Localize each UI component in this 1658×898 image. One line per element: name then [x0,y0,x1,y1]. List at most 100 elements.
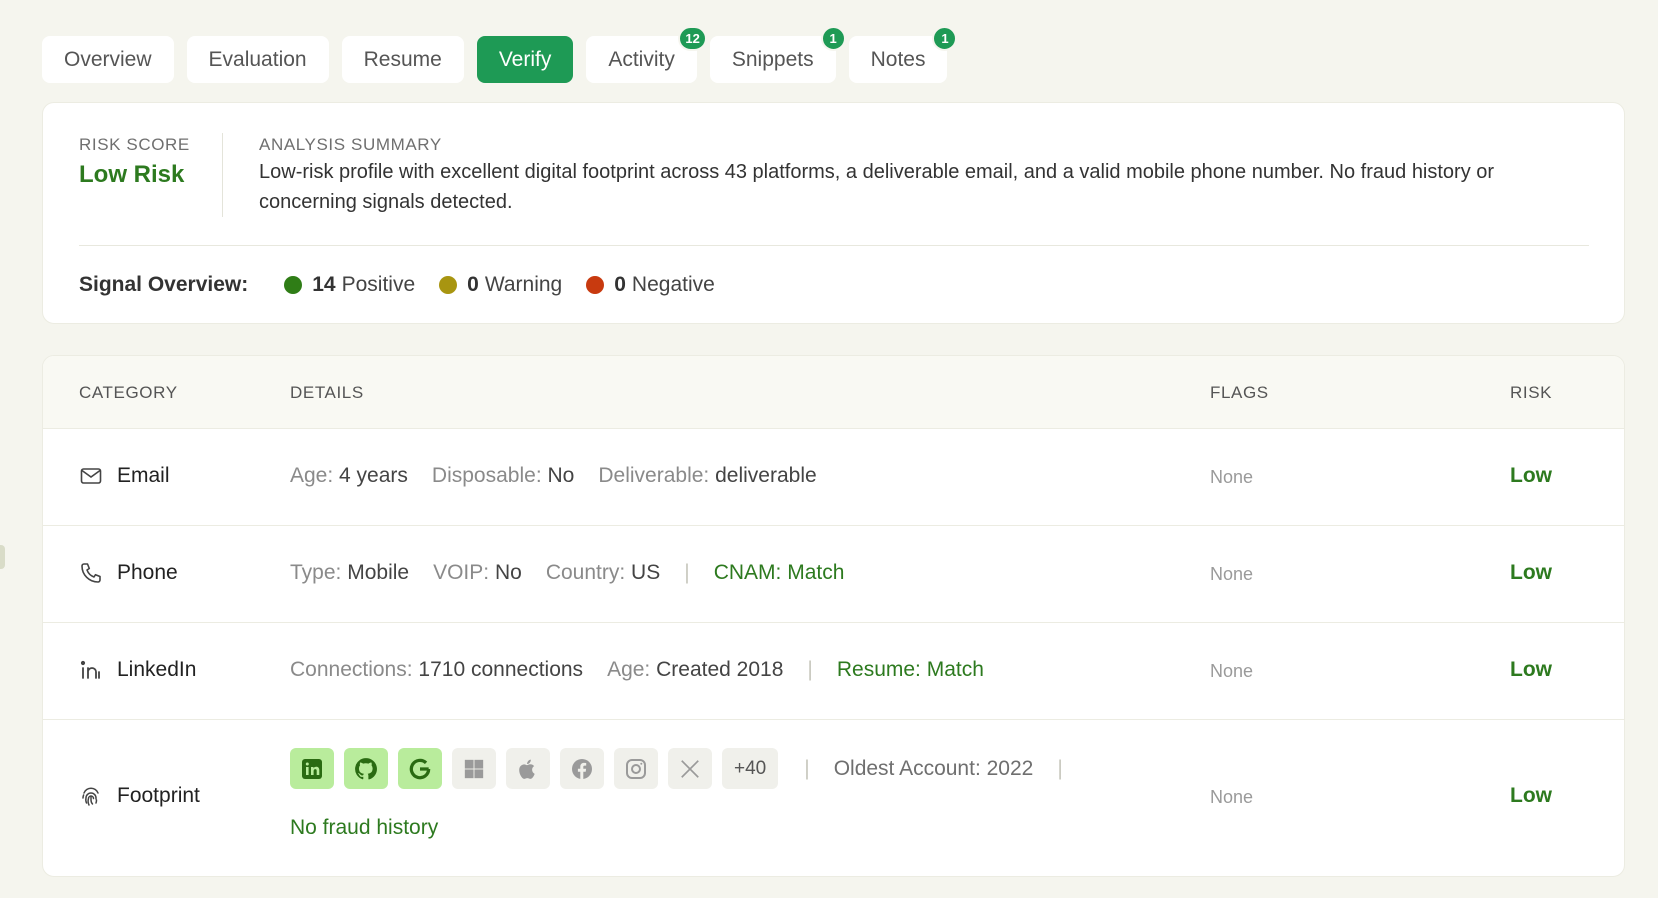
table-row-footprint: Footprint +40 | Oldest Account: 2022 | N… [43,720,1624,875]
count-badge: 12 [678,26,707,51]
linkedin-icon [80,660,100,679]
oldest-account: Oldest Account: 2022 [833,756,1034,780]
fingerprint-icon [82,787,99,806]
linkedin-icon [302,758,322,779]
email-details: Age: 4 years Disposable: No Deliverable:… [290,464,841,488]
platform-linkedin[interactable] [290,748,334,789]
microsoft-icon [464,759,484,778]
positive-label: Positive [341,273,416,296]
tab-label: Activity [608,47,675,71]
category-email: Email [79,464,170,488]
risk-score-label: RISK SCORE [79,135,190,154]
table-row-linkedin: LinkedIn Connections: 1710 connections A… [43,623,1624,720]
value: US [631,561,661,584]
value: Mobile [347,561,410,584]
signal-overview-label: Signal Overview: [79,273,249,296]
header-category: CATEGORY [79,383,178,402]
platform-microsoft[interactable] [452,748,496,789]
table-row-email: Email Age: 4 years Disposable: No Delive… [43,429,1624,526]
signal-overview: Signal Overview: 14 Positive 0 Warning 0… [79,273,739,297]
platform-google[interactable] [398,748,442,789]
signal-positive: 14 Positive [284,273,415,297]
tab-overview[interactable]: Overview [42,36,174,83]
warning-count: 0 [467,273,479,296]
tab-label: Resume [363,47,442,71]
phone-country: Country: US [546,561,660,585]
category-label: Email [117,464,170,487]
positive-count: 14 [312,273,336,296]
analysis-summary-text: Low-risk profile with excellent digital … [259,161,1495,213]
cnam-match: CNAM: Match [713,561,845,584]
analysis-summary: ANALYSIS SUMMARY Low-risk profile with e… [259,135,1549,217]
more-platforms-button[interactable]: +40 [722,748,779,789]
key: Type: [290,561,342,584]
header-risk: RISK [1510,383,1553,402]
tab-label: Evaluation [208,47,307,71]
linkedin-connections: Connections: 1710 connections [290,658,583,682]
apple-icon [519,759,535,779]
separator: | [807,658,813,681]
warning-label: Warning [484,273,563,296]
tab-evaluation[interactable]: Evaluation [186,36,329,83]
risk-score-value: Low Risk [79,161,185,188]
instagram-icon [626,758,646,779]
analysis-summary-label: ANALYSIS SUMMARY [259,135,442,154]
platform-github[interactable] [344,748,388,789]
flags-value: None [1210,787,1254,807]
category-label: Footprint [117,784,200,807]
tab-resume[interactable]: Resume [341,36,464,83]
tab-verify[interactable]: Verify [476,36,574,83]
key: Disposable: [431,464,542,487]
table-header: CATEGORY DETAILS FLAGS RISK [43,356,1624,429]
side-panel-handle[interactable] [0,545,5,569]
key: Age: [290,464,334,487]
value: 1710 connections [418,658,584,681]
separator: | [804,756,810,780]
count-badge: 1 [820,26,846,51]
header-details: DETAILS [290,383,364,402]
separator: | [1057,756,1063,780]
tab-label: Snippets [731,47,814,71]
key: Deliverable: [598,464,710,487]
risk-summary-card: RISK SCORE Low Risk ANALYSIS SUMMARY Low… [42,102,1625,324]
table-row-phone: Phone Type: Mobile VOIP: No Country: US … [43,526,1624,623]
signal-negative: 0 Negative [586,273,715,297]
value: 4 years [339,464,408,487]
category-label: Phone [117,561,178,584]
email-deliverable: Deliverable: deliverable [598,464,816,488]
platform-x[interactable] [668,748,712,789]
mail-icon [80,468,102,484]
key: VOIP: [433,561,490,584]
category-linkedin: LinkedIn [79,658,196,682]
key: Country: [545,561,626,584]
tab-activity[interactable]: Activity 12 [586,26,707,83]
resume-match: Resume: Match [836,658,984,681]
key: Age: [607,658,651,681]
footprint-fraud: No fraud history [290,816,462,840]
platform-instagram[interactable] [614,748,658,789]
category-label: LinkedIn [117,658,197,681]
platform-facebook[interactable] [560,748,604,789]
tab-label: Overview [64,47,152,71]
email-disposable: Disposable: No [432,464,574,488]
tab-notes[interactable]: Notes 1 [848,26,958,83]
header-flags: FLAGS [1210,383,1269,402]
positive-dot-icon [284,276,303,294]
separator: | [684,561,690,584]
platform-apple[interactable] [506,748,550,789]
risk-score-block: RISK SCORE Low Risk [79,135,224,217]
count-badge: 1 [932,26,958,51]
value: No [547,464,575,487]
x-icon [681,759,699,778]
phone-voip: VOIP: No [433,561,522,585]
linkedin-age: Age: Created 2018 [607,658,783,682]
value: deliverable [715,464,817,487]
signal-warning: 0 Warning [439,273,562,297]
google-icon [409,758,431,779]
risk-value: Low [1510,658,1552,681]
tab-snippets[interactable]: Snippets 1 [709,26,846,83]
warning-dot-icon [439,276,458,294]
tab-bar: Overview Evaluation Resume Verify Activi… [42,26,958,83]
tab-label: Notes [870,47,926,71]
category-footprint: Footprint [79,784,200,808]
